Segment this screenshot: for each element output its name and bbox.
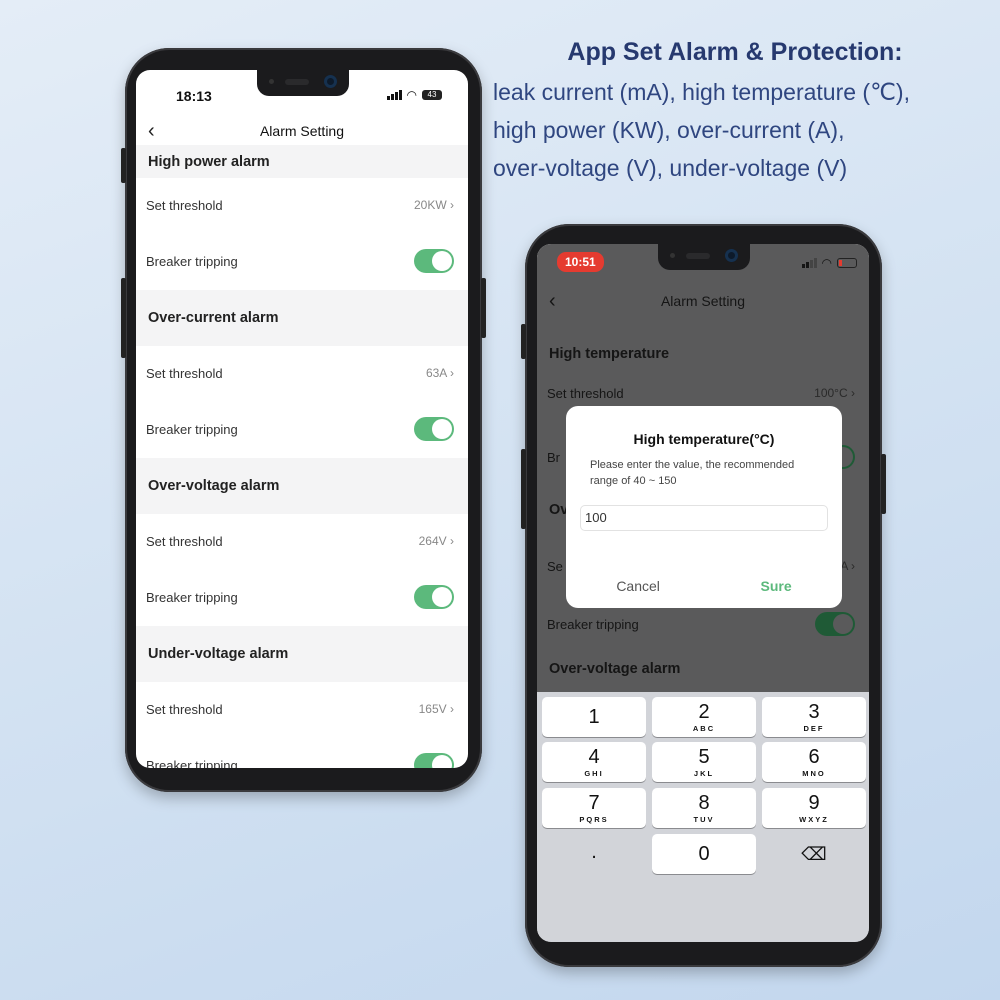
- section-header: Under-voltage alarm: [136, 626, 468, 682]
- threshold-value: 165V ›: [418, 702, 454, 716]
- breaker-tripping-toggle[interactable]: [414, 417, 454, 441]
- phone-left: 18:13 ◠ 43 ‹ Alarm Setting High power alar…: [121, 48, 486, 792]
- row-label: Breaker tripping: [146, 757, 238, 769]
- side-button: [521, 324, 526, 359]
- dialog-title: High temperature(°C): [633, 431, 775, 447]
- key-7[interactable]: 7 PQRS: [542, 788, 646, 828]
- row-label: Set threshold: [146, 533, 223, 549]
- row-label: Breaker tripping: [146, 421, 238, 437]
- notch: [257, 70, 349, 96]
- breaker-tripping-row: Breaker tripping: [136, 400, 468, 458]
- page-title: Alarm Setting: [259, 123, 345, 139]
- dialog-message: Please enter the value, the recommended …: [590, 459, 795, 487]
- nav-bar: ‹ Alarm Setting: [537, 286, 869, 316]
- breaker-tripping-toggle[interactable]: [414, 585, 454, 609]
- section-header: Over-voltage alarm: [549, 661, 681, 677]
- row-label: Set threshold: [146, 365, 223, 381]
- threshold-value: 264V ›: [418, 534, 454, 548]
- page-title: Alarm Setting: [660, 293, 746, 309]
- key-4[interactable]: 4 GHI: [542, 742, 646, 782]
- threshold-value: 100°C ›: [814, 386, 855, 400]
- threshold-value: A ›: [840, 559, 855, 573]
- breaker-tripping-toggle[interactable]: [815, 612, 855, 636]
- cancel-button[interactable]: Cancel: [616, 578, 660, 594]
- headline-line: over-voltage (V), under-voltage (V): [493, 155, 848, 181]
- set-threshold-row[interactable]: Set threshold 165V ›: [136, 682, 468, 736]
- row-label: Set threshold: [146, 197, 223, 213]
- row-label: Breaker tripping: [146, 253, 238, 269]
- breaker-tripping-row: Breaker tripping: [136, 232, 468, 290]
- battery-icon: [837, 258, 857, 268]
- key-1[interactable]: 1: [542, 697, 646, 737]
- battery-icon: 43: [422, 90, 442, 100]
- status-time: 18:13: [176, 88, 212, 104]
- row-label: Set threshold: [547, 385, 624, 401]
- section-header: High power alarm: [136, 145, 468, 178]
- breaker-tripping-toggle[interactable]: [414, 249, 454, 273]
- row-label: Set threshold: [146, 701, 223, 717]
- key-6[interactable]: 6 MNO: [762, 742, 866, 782]
- side-button: [521, 449, 526, 529]
- breaker-tripping-row: Breaker tripping: [136, 568, 468, 626]
- threshold-value: 63A ›: [425, 366, 454, 380]
- headline-title: App Set Alarm & Protection:: [567, 38, 903, 66]
- camera-icon: [324, 75, 337, 88]
- signal-icon: [386, 90, 402, 100]
- breaker-tripping-row: Breaker tripping: [136, 736, 468, 768]
- key-8[interactable]: 8 TUV: [652, 788, 756, 828]
- key-5[interactable]: 5 JKL: [652, 742, 756, 782]
- threshold-dialog: High temperature(°C) Please enter the va…: [566, 406, 842, 608]
- wifi-icon: ◠: [821, 256, 832, 270]
- numeric-keypad: 1 2 ABC 3 DEF 4 GHI 5 JKL 6 MNO 7 PQRS 8 TUV 9W…: [537, 692, 869, 942]
- key-3[interactable]: 3 DEF: [762, 697, 866, 737]
- backspace-key[interactable]: ⌫: [762, 834, 866, 874]
- set-threshold-row[interactable]: Set threshold 63A ›: [136, 346, 468, 400]
- back-chevron-icon[interactable]: ‹: [148, 116, 155, 146]
- key-9[interactable]: 9 WXYZ: [762, 788, 866, 828]
- side-button: [121, 278, 126, 358]
- row-label: Se: [547, 558, 563, 574]
- status-time: 10:51: [557, 252, 604, 272]
- screen: 10:51 ◠ ‹ Alarm Setting High temperature …: [537, 244, 869, 942]
- section-header: Over-voltage alarm: [136, 458, 468, 514]
- headline: App Set Alarm & Protection: leak current…: [480, 38, 1000, 187]
- key-decimal[interactable]: .: [542, 834, 646, 874]
- threshold-input[interactable]: 100: [580, 505, 828, 531]
- section-header: Over-current alarm: [136, 290, 468, 346]
- row-label: Breaker tripping: [547, 616, 639, 632]
- camera-icon: [725, 249, 738, 262]
- row-label: Breaker tripping: [146, 589, 238, 605]
- screen: 18:13 ◠ 43 ‹ Alarm Setting High power alar…: [136, 70, 468, 768]
- nav-bar: ‹ Alarm Setting: [136, 116, 468, 146]
- backspace-icon: ⌫: [801, 844, 827, 864]
- wifi-icon: ◠: [406, 88, 417, 102]
- side-button: [121, 148, 126, 183]
- set-threshold-row[interactable]: Set threshold 20KW ›: [136, 178, 468, 232]
- breaker-tripping-toggle[interactable]: [414, 753, 454, 768]
- key-0[interactable]: 0: [652, 834, 756, 874]
- back-chevron-icon[interactable]: ‹: [549, 286, 556, 316]
- phone-right: 10:51 ◠ ‹ Alarm Setting High temperature …: [521, 224, 886, 967]
- sure-button[interactable]: Sure: [761, 578, 792, 594]
- headline-line: high power (KW), over-current (A),: [493, 117, 845, 143]
- notch: [658, 244, 750, 270]
- threshold-value: 20KW ›: [413, 198, 454, 212]
- side-button: [881, 454, 886, 514]
- set-threshold-row[interactable]: Set threshold 264V ›: [136, 514, 468, 568]
- row-label: Br: [547, 449, 560, 465]
- key-2[interactable]: 2 ABC: [652, 697, 756, 737]
- signal-icon: [801, 258, 817, 268]
- side-button: [481, 278, 486, 338]
- headline-line: leak current (mA), high temperature (℃),: [493, 79, 910, 105]
